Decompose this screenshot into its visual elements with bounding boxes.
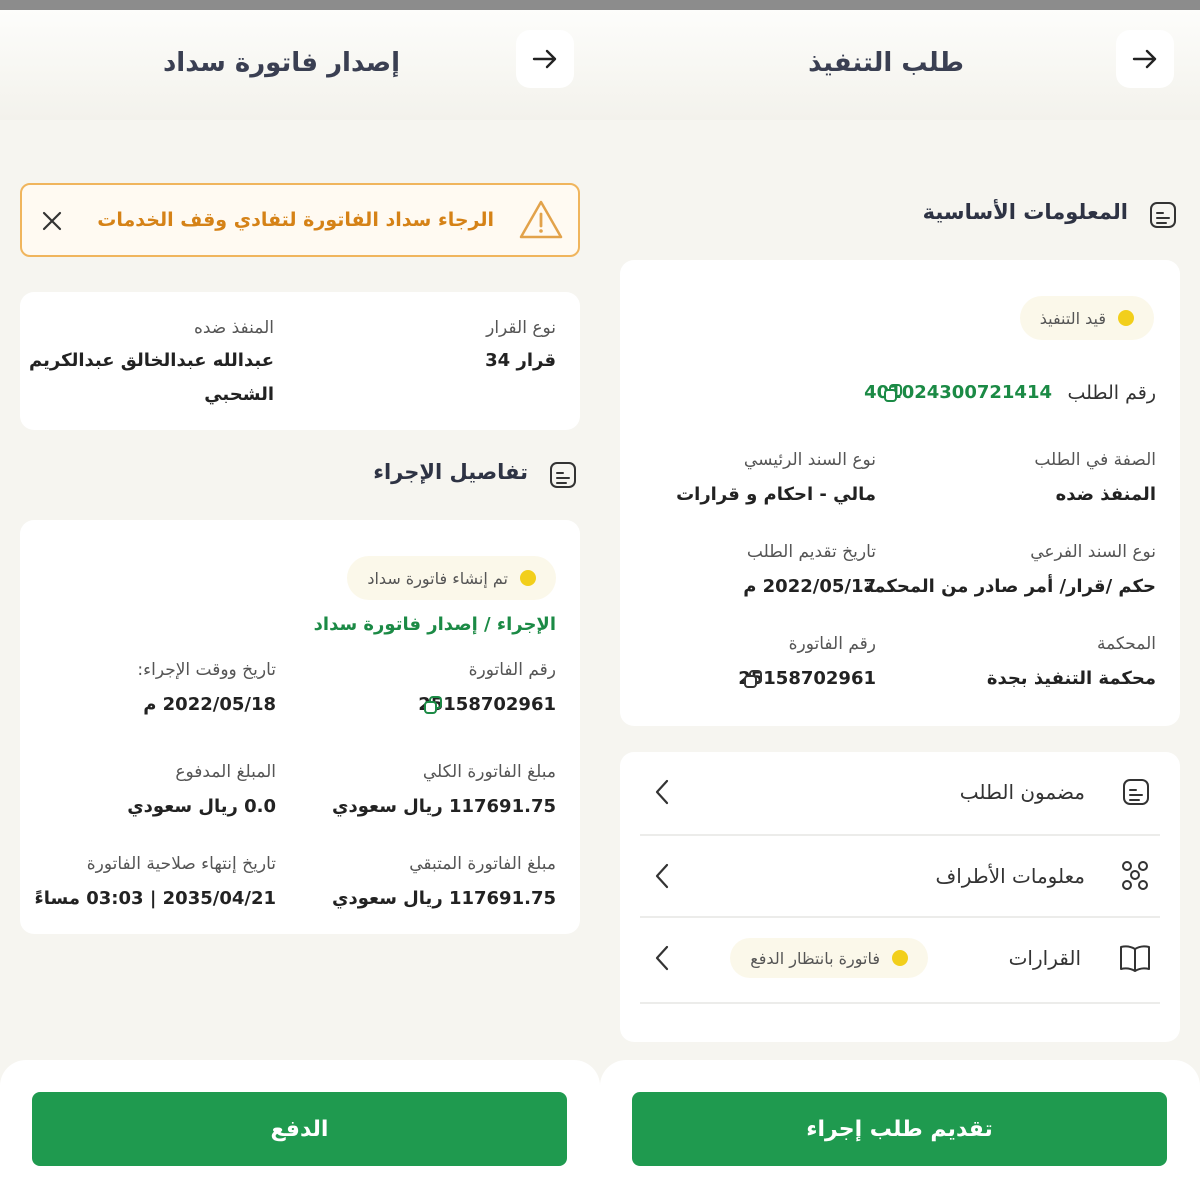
executed-against-value-cont: الشحبي (204, 384, 274, 405)
court-value: محكمة التنفيذ بجدة (986, 668, 1156, 689)
invoice-expiry-label: تاريخ إنتهاء صلاحية الفاتورة (86, 854, 276, 874)
main-bond-type-label: نوع السند الرئيسي (743, 450, 876, 470)
status-text: تم إنشاء فاتورة سداد (367, 568, 508, 588)
list-item-label: القرارات (1008, 946, 1081, 970)
basic-info-card: قيد التنفيذ رقم الطلب 401024300721414 ال… (620, 260, 1180, 726)
back-button[interactable] (516, 30, 574, 88)
document-icon (1120, 776, 1152, 808)
status-dot-icon (892, 950, 908, 966)
invoice-screen: إصدار فاتورة سداد الرجاء سداد الفاتورة ل… (0, 0, 600, 1200)
document-icon (1148, 200, 1178, 230)
procedure-date-label: تاريخ ووقت الإجراء: (137, 660, 276, 680)
list-item-label: مضمون الطلب (959, 780, 1085, 804)
remaining-amount-value: 117691.75 ريال سعودي (332, 888, 556, 909)
page-title: إصدار فاتورة سداد (162, 48, 400, 78)
list-item-parties-info[interactable]: معلومات الأطراف (620, 836, 1180, 916)
procedure-name: الإجراء / إصدار فاتورة سداد (313, 614, 556, 635)
invoice-number-label: رقم الفاتورة (788, 634, 876, 654)
status-badge: تم إنشاء فاتورة سداد (347, 556, 556, 600)
page-header: طلب التنفيذ (600, 10, 1200, 120)
invoice-number-label: رقم الفاتورة (468, 660, 556, 680)
arrow-right-icon (532, 49, 557, 69)
list-item-request-content[interactable]: مضمون الطلب (620, 752, 1180, 832)
execution-request-screen: طلب التنفيذ المعلومات الأساسية قيد التنف… (600, 0, 1200, 1200)
request-number-label: رقم الطلب (1067, 382, 1156, 404)
status-badge: قيد التنفيذ (1019, 296, 1154, 340)
paid-amount-label: المبلغ المدفوع (175, 762, 276, 782)
list-item-decisions[interactable]: القرارات فاتورة بانتظار الدفع (620, 918, 1180, 998)
copy-icon[interactable] (742, 668, 764, 690)
status-bar (600, 0, 1200, 10)
procedure-date-value: 2022/05/18 م (143, 694, 276, 715)
request-sections-list: مضمون الطلب معلومات الأطراف القرارات فات (620, 752, 1180, 1042)
executed-against-value: عبدالله عبدالخالق عبدالكريم (29, 350, 274, 371)
chevron-left-icon (652, 862, 672, 890)
submit-procedure-request-button[interactable]: تقديم طلب إجراء (632, 1092, 1167, 1166)
copy-icon[interactable] (882, 382, 904, 404)
alert-message: الرجاء سداد الفاتورة لتفادي وقف الخدمات (97, 209, 494, 231)
warning-triangle-icon (518, 199, 564, 241)
court-label: المحكمة (1096, 634, 1156, 654)
page-title: طلب التنفيذ (808, 48, 964, 78)
submission-date-value: 2022/05/17 م (743, 576, 876, 597)
status-text: قيد التنفيذ (1039, 308, 1106, 328)
total-amount-label: مبلغ الفاتورة الكلي (422, 762, 556, 782)
badge-text: فاتورة بانتظار الدفع (750, 948, 880, 968)
invoice-status-badge: فاتورة بانتظار الدفع (730, 938, 928, 978)
total-amount-value: 117691.75 ريال سعودي (332, 796, 556, 817)
sub-bond-type-value: حكم /قرار/ أمر صادر من المحكمة (863, 576, 1156, 597)
arrow-right-icon (1132, 49, 1157, 69)
role-value: المنفذ ضده (1055, 484, 1156, 505)
basic-info-title: المعلومات الأساسية (922, 200, 1128, 224)
paid-amount-value: 0.0 ريال سعودي (127, 796, 276, 817)
procedure-details-title: تفاصيل الإجراء (373, 460, 528, 484)
sub-bond-type-label: نوع السند الفرعي (1030, 542, 1156, 562)
back-button[interactable] (1116, 30, 1174, 88)
status-dot-icon (520, 570, 536, 586)
book-icon (1118, 942, 1152, 974)
status-bar (0, 0, 600, 10)
close-icon[interactable] (40, 209, 64, 233)
submission-date-label: تاريخ تقديم الطلب (746, 542, 876, 562)
pay-button[interactable]: الدفع (32, 1092, 567, 1166)
main-bond-type-value: مالي - احكام و قرارات (676, 484, 876, 505)
page-header: إصدار فاتورة سداد (0, 10, 600, 120)
decision-type-value: قرار 34 (485, 350, 556, 371)
document-icon (548, 460, 578, 490)
people-icon (1118, 858, 1152, 892)
procedure-details-card: تم إنشاء فاتورة سداد الإجراء / إصدار فات… (20, 520, 580, 934)
payment-alert: الرجاء سداد الفاتورة لتفادي وقف الخدمات (20, 183, 580, 257)
executed-against-label: المنفذ ضده (193, 318, 274, 338)
decision-type-label: نوع القرار (486, 318, 556, 338)
role-label: الصفة في الطلب (1034, 450, 1156, 470)
copy-icon[interactable] (422, 694, 444, 716)
invoice-expiry-value: 2035/04/21 | 03:03 مساءً (34, 888, 276, 909)
chevron-left-icon (652, 944, 672, 972)
remaining-amount-label: مبلغ الفاتورة المتبقي (409, 854, 556, 874)
list-item-label: معلومات الأطراف (935, 864, 1085, 888)
chevron-left-icon (652, 778, 672, 806)
status-dot-icon (1118, 310, 1134, 326)
divider (640, 1002, 1160, 1004)
decision-summary-card: نوع القرار قرار 34 المنفذ ضده عبدالله عب… (20, 292, 580, 430)
